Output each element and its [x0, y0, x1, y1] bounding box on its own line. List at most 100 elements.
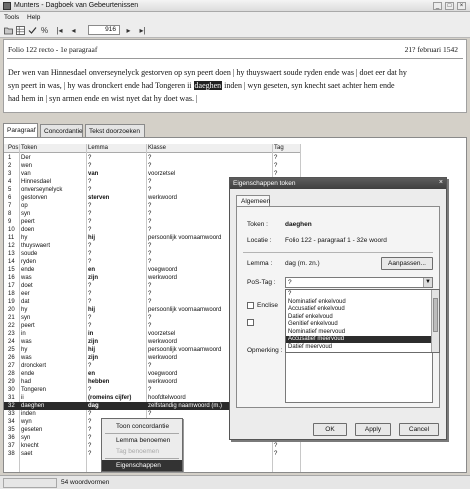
enclise-checkbox[interactable]: [247, 302, 254, 309]
first-page-icon[interactable]: |◂: [55, 26, 64, 35]
cell-lemma: ?: [88, 411, 92, 417]
cell-pos: 20: [8, 307, 15, 313]
folder-icon[interactable]: [4, 26, 13, 35]
cell-lemma: ?: [88, 427, 92, 433]
postag-option[interactable]: Genitief enkelvoud: [286, 321, 431, 328]
cell-lemma: ?: [88, 179, 92, 185]
minimize-button[interactable]: _: [433, 2, 442, 10]
postag-option[interactable]: Datief meervoud: [286, 344, 431, 351]
postag-option[interactable]: Datief enkelvoud: [286, 314, 431, 321]
cell-lemma: ?: [88, 211, 92, 217]
cell-pos: 36: [8, 435, 15, 441]
postag-option[interactable]: Accusatief meervoud: [286, 336, 431, 343]
menu-item-tag-benoemen: Tag benoemen: [116, 448, 160, 455]
document-line-1[interactable]: Der wen van Hinnesdael onverseynelyck ge…: [8, 68, 466, 77]
cell-klasse: ?: [148, 163, 152, 169]
cell-klasse: werkwoord: [148, 339, 178, 345]
document-line-2[interactable]: syn peert in was, | hy was dronckert end…: [8, 81, 466, 90]
ok-button[interactable]: OK: [313, 423, 347, 436]
opmerking-textarea[interactable]: [285, 345, 433, 403]
header-klasse[interactable]: Klasse: [148, 145, 166, 151]
cell-lemma: hij: [88, 307, 95, 313]
header-tag[interactable]: Tag: [274, 145, 284, 151]
cell-pos: 34: [8, 419, 15, 425]
cell-klasse: werkwoord: [148, 275, 178, 281]
menu-help[interactable]: Help: [27, 14, 40, 21]
dialog-title: Eigenschappen token: [233, 180, 296, 187]
table-row[interactable]: 2 wen???: [4, 162, 300, 170]
menu-item-eigenschappen[interactable]: Eigenschappen: [102, 460, 182, 471]
postag-dropdown-list[interactable]: ? Nominatief enkelvoud Accusatief enkelvou…: [285, 289, 440, 353]
postag-option[interactable]: Nominatief meervoud: [286, 329, 431, 336]
cell-token: ende: [21, 267, 35, 273]
postag-option[interactable]: Nominatief enkelvoud: [286, 299, 431, 306]
cell-pos: 30: [8, 387, 15, 393]
cell-token: was: [21, 339, 32, 345]
cell-klasse: ?: [148, 251, 152, 257]
table-icon[interactable]: [16, 26, 25, 35]
page-number-input[interactable]: 916: [88, 25, 120, 35]
postag-option[interactable]: Accusatief enkelvoud: [286, 306, 431, 313]
chevron-down-icon[interactable]: ▼: [423, 278, 432, 287]
tab-algemeen[interactable]: Algemeen: [236, 195, 270, 206]
second-checkbox[interactable]: [247, 319, 254, 326]
aanpassen-button[interactable]: Aanpassen...: [381, 257, 433, 270]
document-line-3[interactable]: had hem in | syn armen ende en wist nyet…: [8, 94, 466, 103]
cell-pos: 12: [8, 243, 15, 249]
cell-lemma: ?: [88, 163, 92, 169]
tab-concordantie[interactable]: Concordantie: [40, 124, 83, 137]
document-view[interactable]: Folio 122 recto - 1e paragraaf 21? febru…: [3, 39, 467, 113]
cancel-button[interactable]: Cancel: [399, 423, 439, 436]
cell-lemma: dag: [88, 403, 99, 409]
last-page-icon[interactable]: ▸|: [138, 26, 147, 35]
prev-page-icon[interactable]: ◂: [69, 26, 78, 35]
cell-klasse: ?: [148, 363, 152, 369]
menu-item-toon-concordantie[interactable]: Toon concordantie: [102, 421, 182, 432]
cell-lemma: ?: [88, 299, 92, 305]
cell-lemma: zijn: [88, 339, 98, 345]
postag-select[interactable]: ? ▼: [285, 277, 433, 288]
cell-pos: 10: [8, 227, 15, 233]
next-page-icon[interactable]: ▸: [124, 26, 133, 35]
dialog-title-bar: Eigenschappen token ×: [230, 178, 446, 189]
cell-klasse: werkwoord: [148, 379, 178, 385]
header-pos[interactable]: Pos: [8, 145, 18, 151]
cell-klasse: voegwoord: [148, 267, 178, 273]
tab-paragraaf[interactable]: Paragraaf: [3, 123, 38, 137]
cell-token: hy: [21, 347, 28, 353]
dialog-close-icon[interactable]: ×: [439, 179, 443, 186]
cell-token: thuyswaert: [21, 243, 51, 249]
tab-tekst-doorzoeken[interactable]: Tekst doorzoeken: [85, 124, 145, 137]
header-token[interactable]: Token: [21, 145, 37, 151]
header-lemma[interactable]: Lemma: [88, 145, 108, 151]
cell-klasse: ?: [148, 299, 152, 305]
cell-klasse: ?: [148, 227, 152, 233]
cell-token: peert: [21, 323, 35, 329]
cell-token: eer: [21, 291, 30, 297]
menu-tools[interactable]: Tools: [4, 14, 19, 21]
postag-option[interactable]: ?: [286, 291, 431, 298]
cell-pos: 32: [8, 403, 15, 409]
apply-button[interactable]: Apply: [355, 423, 391, 436]
selected-word[interactable]: daeghen: [193, 81, 223, 90]
scrollbar-thumb[interactable]: [433, 298, 438, 332]
cell-pos: 17: [8, 283, 15, 289]
cell-lemma: hij: [88, 235, 95, 241]
cell-token: was: [21, 355, 32, 361]
menu-item-lemma-benoemen[interactable]: Lemma benoemen: [102, 435, 182, 446]
cell-pos: 14: [8, 259, 15, 265]
percent-icon[interactable]: %: [40, 26, 49, 35]
cell-pos: 16: [8, 275, 15, 281]
status-cell: [3, 478, 57, 488]
close-window-button[interactable]: ×: [457, 2, 466, 10]
window-title: Munters - Dagboek van Gebeurtenissen: [14, 2, 139, 9]
check-icon[interactable]: [28, 26, 37, 35]
dropdown-scrollbar[interactable]: [431, 290, 439, 352]
cell-token: ryden: [21, 259, 37, 265]
cell-klasse: ?: [148, 411, 152, 417]
cell-tag: ?: [274, 451, 278, 457]
cell-klasse: ?: [148, 203, 152, 209]
table-row[interactable]: 1 Der???: [4, 154, 300, 162]
cell-klasse: ?: [148, 243, 152, 249]
maximize-button[interactable]: □: [445, 2, 454, 10]
